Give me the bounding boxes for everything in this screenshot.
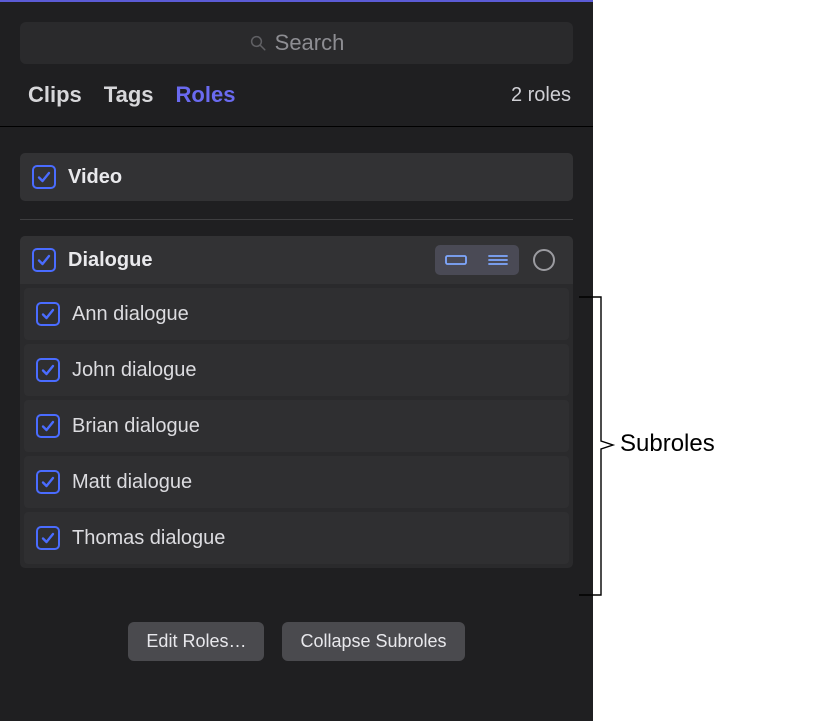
roles-content: Video Dialogue	[0, 127, 593, 661]
check-icon	[40, 306, 56, 322]
collapse-subroles-button[interactable]: Collapse Subroles	[282, 622, 464, 661]
check-icon	[40, 418, 56, 434]
subrole-row[interactable]: Matt dialogue	[24, 456, 569, 508]
check-icon	[40, 530, 56, 546]
search-placeholder: Search	[275, 30, 345, 56]
subrole-row[interactable]: Ann dialogue	[24, 288, 569, 340]
checkbox-subrole[interactable]	[36, 470, 60, 494]
lane-collapsed-icon	[444, 253, 468, 267]
checkbox-dialogue[interactable]	[32, 248, 56, 272]
checkbox-video[interactable]	[32, 165, 56, 189]
tab-clips[interactable]: Clips	[28, 82, 82, 108]
checkbox-subrole[interactable]	[36, 526, 60, 550]
roles-separator	[20, 219, 573, 220]
check-icon	[40, 474, 56, 490]
role-video-label: Video	[68, 166, 122, 189]
role-dialogue-block: Dialogue	[20, 236, 573, 568]
role-dialogue-label: Dialogue	[68, 249, 152, 272]
annotation-subroles: Subroles	[575, 295, 815, 605]
check-icon	[40, 362, 56, 378]
lane-expanded-button[interactable]	[477, 245, 519, 275]
focus-role-button[interactable]	[533, 249, 555, 271]
roles-count-label: 2 roles	[511, 84, 571, 107]
button-bar: Edit Roles… Collapse Subroles	[20, 586, 573, 661]
search-container: Search	[0, 2, 593, 76]
search-icon	[249, 34, 267, 52]
checkbox-subrole[interactable]	[36, 302, 60, 326]
lane-display-segmented	[435, 245, 519, 275]
lane-collapsed-button[interactable]	[435, 245, 477, 275]
edit-roles-button[interactable]: Edit Roles…	[128, 622, 264, 661]
lane-expanded-icon	[486, 253, 510, 267]
timeline-index-panel: Search Clips Tags Roles 2 roles Video	[0, 0, 593, 721]
check-icon	[36, 252, 52, 268]
subrole-label: Thomas dialogue	[72, 527, 225, 550]
subrole-row[interactable]: Thomas dialogue	[24, 512, 569, 564]
search-field[interactable]: Search	[20, 22, 573, 64]
subrole-row[interactable]: Brian dialogue	[24, 400, 569, 452]
subrole-row[interactable]: John dialogue	[24, 344, 569, 396]
checkbox-subrole[interactable]	[36, 414, 60, 438]
subrole-label: Ann dialogue	[72, 303, 189, 326]
subrole-label: Brian dialogue	[72, 415, 200, 438]
dialogue-header-controls	[435, 245, 561, 275]
role-video-header[interactable]: Video	[20, 153, 573, 201]
annotation-label: Subroles	[620, 430, 715, 458]
subrole-label: John dialogue	[72, 359, 197, 382]
tabs-row: Clips Tags Roles 2 roles	[0, 76, 593, 126]
tab-tags[interactable]: Tags	[104, 82, 154, 108]
role-dialogue-header[interactable]: Dialogue	[20, 236, 573, 284]
subrole-label: Matt dialogue	[72, 471, 192, 494]
role-video-block: Video	[20, 153, 573, 201]
checkbox-subrole[interactable]	[36, 358, 60, 382]
check-icon	[36, 169, 52, 185]
tab-roles[interactable]: Roles	[176, 82, 236, 108]
